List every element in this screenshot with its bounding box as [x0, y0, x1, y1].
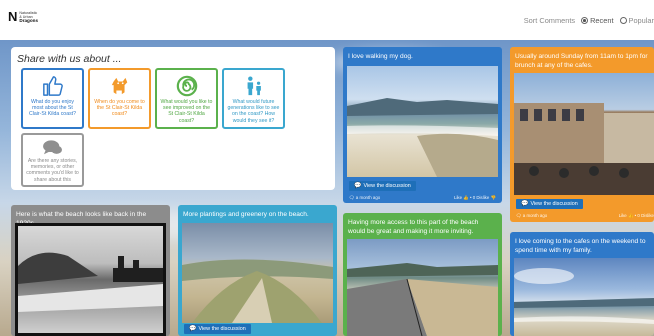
comment-icon: 🗨	[349, 195, 356, 200]
sort-option-popular[interactable]: Popular	[619, 16, 654, 25]
thumbs-up-icon	[23, 70, 82, 98]
share-panel-title: Share with us about ...	[17, 53, 122, 65]
comment-card-title: I love coming to the cafes on the weeken…	[515, 238, 646, 254]
comment-icon: 🗨	[516, 213, 523, 218]
category-future-label: What would future generations like to se…	[227, 99, 280, 124]
comment-card-history[interactable]: Here is what the beach looks like back i…	[11, 205, 170, 336]
radio-selected-icon[interactable]	[581, 17, 589, 24]
category-improve[interactable]: What would you like to see improved on t…	[155, 68, 218, 129]
logo-line-3: Dragons	[19, 18, 39, 24]
like-dislike[interactable]: Like 👍 • 0 Dislike	[619, 213, 654, 219]
view-discussion-button[interactable]: 💬 View the discussion	[184, 324, 251, 334]
radio-unselected-icon[interactable]	[619, 17, 627, 24]
family-icon	[224, 70, 283, 98]
sort-option-recent-label: Recent	[590, 16, 614, 25]
comment-card-title: More plantings and greenery on the beach…	[183, 211, 309, 218]
dune-photo	[182, 223, 333, 323]
view-discussion-label: View the discussion	[198, 326, 246, 332]
like-dislike[interactable]: Like 👍 • 0 Dislike 👎	[454, 195, 496, 201]
comment-card-dog[interactable]: I love walking my dog. 💬 View the discus…	[343, 47, 502, 203]
comment-card-title: I love walking my dog.	[348, 53, 413, 60]
logo-text: Naturalistic & Urban Dragons	[19, 11, 38, 24]
site-logo[interactable]: N Naturalistic & Urban Dragons	[8, 9, 38, 24]
spiral-icon	[157, 70, 216, 98]
comment-time-text: a month ago	[355, 195, 381, 200]
sort-option-popular-label: Popular	[628, 16, 654, 25]
sort-label: Sort Comments	[523, 16, 576, 25]
chat-bubbles-icon	[23, 135, 82, 157]
comment-time: 🗨 a month ago	[349, 195, 380, 201]
chat-icon: 💬	[354, 183, 362, 189]
comment-card-title: Having more access to this part of the b…	[348, 219, 479, 235]
comment-card-access[interactable]: Having more access to this part of the b…	[343, 213, 502, 336]
top-header: N Naturalistic & Urban Dragons Sort Comm…	[0, 0, 654, 40]
comment-card-title: Usually around Sunday from 11am to 1pm f…	[515, 53, 648, 69]
view-discussion-button[interactable]: 💬 View the discussion	[516, 199, 583, 209]
coast-photo	[514, 258, 654, 336]
category-stories-label: Are there any stories, memories, or othe…	[26, 158, 79, 183]
comment-time-text: a month ago	[522, 213, 548, 218]
category-when[interactable]: When do you come to the St Clair-St Kild…	[88, 68, 151, 129]
view-discussion-label: View the discussion	[530, 201, 578, 207]
historic-beach-photo	[15, 223, 166, 336]
dog-icon	[90, 70, 149, 98]
category-improve-label: What would you like to see improved on t…	[160, 99, 213, 124]
comment-card-cafes[interactable]: I love coming to the cafes on the weeken…	[510, 232, 654, 336]
comment-card-sunday[interactable]: Usually around Sunday from 11am to 1pm f…	[510, 47, 654, 222]
sort-controls: Sort Comments Recent Popular	[524, 16, 654, 25]
share-panel: Share with us about ... What do you enjo…	[11, 47, 335, 190]
chat-icon: 💬	[189, 326, 197, 332]
category-when-label: When do you come to the St Clair-St Kild…	[94, 99, 145, 118]
view-discussion-button[interactable]: 💬 View the discussion	[349, 181, 416, 191]
comment-card-plantings[interactable]: More plantings and greenery on the beach…	[178, 205, 337, 336]
promenade-photo	[347, 239, 498, 336]
view-discussion-label: View the discussion	[363, 183, 411, 189]
comment-time: 🗨 a month ago	[516, 213, 547, 219]
category-enjoy[interactable]: What do you enjoy most about the St Clai…	[21, 68, 84, 129]
category-enjoy-label: What do you enjoy most about the St Clai…	[29, 99, 76, 118]
beach-photo	[347, 66, 498, 177]
category-stories[interactable]: Are there any stories, memories, or othe…	[21, 133, 84, 187]
sort-option-recent[interactable]: Recent	[581, 16, 614, 25]
chat-icon: 💬	[521, 201, 529, 207]
category-future[interactable]: What would future generations like to se…	[222, 68, 285, 129]
cafe-photo	[514, 73, 654, 195]
logo-mark: N	[8, 9, 18, 24]
